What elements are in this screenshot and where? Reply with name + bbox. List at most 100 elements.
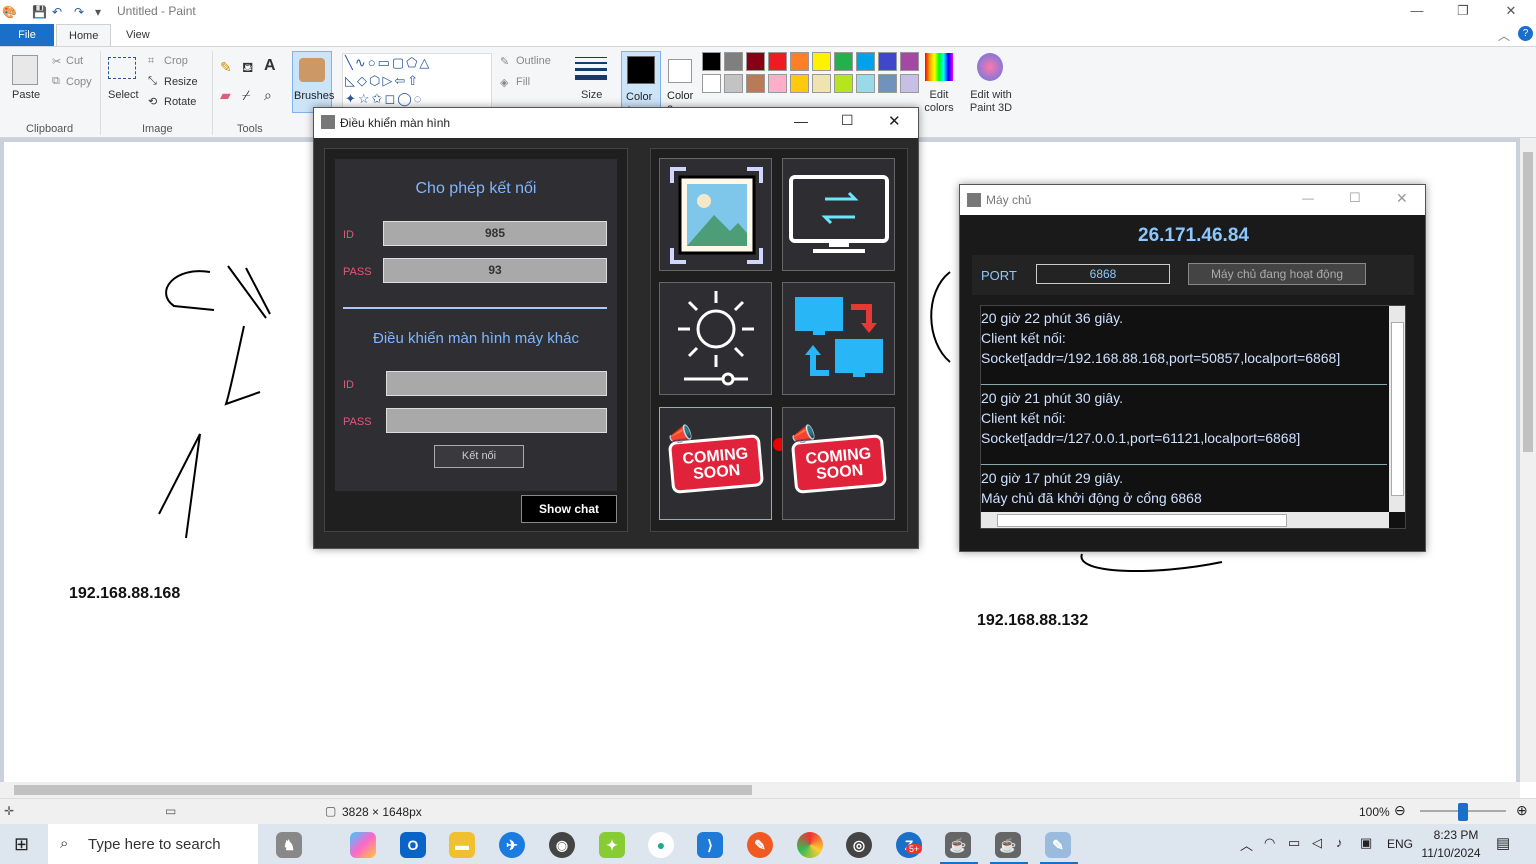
edit-colors-icon[interactable] xyxy=(925,53,953,81)
server-status-button[interactable]: Máy chủ đang hoạt động xyxy=(1188,263,1366,285)
select-icon[interactable] xyxy=(108,57,136,79)
coming-soon-tile[interactable]: COMING SOON 📣 xyxy=(659,407,772,520)
volume-icon[interactable]: ♪ xyxy=(1336,835,1343,850)
color2-button[interactable]: Color 2 xyxy=(664,51,700,113)
palette-swatch[interactable] xyxy=(790,52,809,71)
palette-swatch[interactable] xyxy=(834,52,853,71)
palette-swatch[interactable] xyxy=(834,74,853,93)
palette-swatch[interactable] xyxy=(702,52,721,71)
log-hscroll-thumb[interactable] xyxy=(997,514,1287,527)
copy-button[interactable]: Copy xyxy=(66,76,92,88)
vscode-icon[interactable]: ⟩ xyxy=(697,832,723,858)
eraser-icon[interactable]: ▰ xyxy=(220,87,231,104)
tab-view[interactable]: View xyxy=(114,24,162,46)
pass-field[interactable]: 93 xyxy=(383,258,607,283)
horizontal-scrollbar[interactable] xyxy=(0,782,1520,798)
vertical-scrollbar[interactable] xyxy=(1520,138,1536,782)
messenger-icon[interactable]: ✈ xyxy=(499,832,525,858)
coming-soon-tile[interactable]: COMING SOON 📣 xyxy=(782,407,895,520)
notification-icon[interactable]: ▤ xyxy=(1496,834,1510,852)
minimize-button[interactable]: — xyxy=(1394,0,1440,24)
clock-date[interactable]: 11/10/2024 xyxy=(1416,846,1486,860)
undo-icon[interactable]: ↶ xyxy=(52,5,62,19)
id-field[interactable]: 985 xyxy=(383,221,607,246)
save-icon[interactable]: 💾 xyxy=(32,5,47,19)
outlook-icon[interactable]: O xyxy=(400,832,426,858)
file-explorer-icon[interactable]: ▬ xyxy=(449,832,475,858)
remote-id-input[interactable] xyxy=(386,371,607,396)
resize-button[interactable]: Resize xyxy=(164,76,198,88)
server-log[interactable]: 20 giờ 22 phút 36 giây. Client kết nối: … xyxy=(980,305,1406,529)
palette-swatch[interactable] xyxy=(702,74,721,93)
outline-button[interactable]: Outline xyxy=(516,55,551,67)
palette-swatch[interactable] xyxy=(812,74,831,93)
log-vscroll-thumb[interactable] xyxy=(1391,322,1404,496)
cut-button[interactable]: Cut xyxy=(66,55,83,67)
edit-colors-button[interactable]: Edit colors xyxy=(924,89,954,115)
crop-button[interactable]: Crop xyxy=(164,55,188,67)
file-transfer-tile[interactable] xyxy=(782,282,895,395)
battery-icon[interactable]: ▭ xyxy=(1288,835,1300,851)
tab-file[interactable]: File xyxy=(0,24,54,46)
puzzle-icon[interactable]: ✦ xyxy=(599,832,625,858)
postman-icon[interactable]: ✎ xyxy=(747,832,773,858)
paste-button[interactable]: Paste xyxy=(12,89,40,101)
screen-share-tile[interactable] xyxy=(782,158,895,271)
brushes-button[interactable]: Brushes xyxy=(292,51,334,113)
edit-with-paint3d-button[interactable]: Edit with Paint 3D xyxy=(966,89,1016,115)
port-field[interactable]: 6868 xyxy=(1036,264,1170,284)
language-indicator[interactable]: ENG xyxy=(1387,837,1413,851)
palette-swatch[interactable] xyxy=(724,52,743,71)
size-icon[interactable] xyxy=(575,55,607,85)
palette-swatch[interactable] xyxy=(724,74,743,93)
palette-swatch[interactable] xyxy=(856,52,875,71)
chess-icon[interactable]: ♞ xyxy=(276,832,302,858)
palette-swatch[interactable] xyxy=(746,74,765,93)
redo-icon[interactable]: ↷ xyxy=(74,5,84,19)
paint3d-icon[interactable] xyxy=(977,53,1003,81)
palette-swatch[interactable] xyxy=(746,52,765,71)
palette-swatch[interactable] xyxy=(790,74,809,93)
zoom-out-icon[interactable]: ⊖ xyxy=(1394,802,1406,819)
windows-start-icon[interactable]: ⊞ xyxy=(14,834,29,855)
horizontal-scroll-thumb[interactable] xyxy=(14,785,752,795)
palette-swatch[interactable] xyxy=(768,74,787,93)
paint-taskbar-icon[interactable]: ✎ xyxy=(1045,832,1071,858)
shapes-gallery[interactable]: ╲∿○▭▢⬠△ ◺◇⬡▷⇦⇧ ✦☆✩◻◯◌ xyxy=(342,53,492,109)
color-picker-icon[interactable]: ⌿ xyxy=(242,87,250,104)
rotate-button[interactable]: Rotate xyxy=(164,96,196,108)
java-icon[interactable]: ☕ xyxy=(945,832,971,858)
fill-bucket-icon[interactable]: ⛾ xyxy=(242,59,253,78)
taskbar-search-box[interactable]: ⌕ Type here to search xyxy=(48,824,258,864)
client-minimize-button[interactable]: — xyxy=(794,113,808,129)
log-vertical-scrollbar[interactable] xyxy=(1389,306,1405,512)
client-close-button[interactable]: ✕ xyxy=(888,112,901,130)
network-icon[interactable]: ◠ xyxy=(1264,835,1275,851)
magnifier-icon[interactable]: ⌕ xyxy=(264,87,272,104)
help-icon[interactable]: ? xyxy=(1518,26,1533,41)
brightness-tile[interactable] xyxy=(659,282,772,395)
game-icon[interactable]: ◉ xyxy=(549,832,575,858)
color1-button[interactable]: Color 1 xyxy=(621,51,661,113)
select-button[interactable]: Select xyxy=(108,89,139,101)
palette-swatch[interactable] xyxy=(900,52,919,71)
server-maximize-button[interactable]: ☐ xyxy=(1349,190,1361,206)
log-horizontal-scrollbar[interactable] xyxy=(981,512,1389,528)
clock-time[interactable]: 8:23 PM xyxy=(1426,828,1486,842)
text-tool-icon[interactable]: A xyxy=(264,57,276,75)
show-chat-button[interactable]: Show chat xyxy=(521,495,617,523)
screenshot-tile[interactable] xyxy=(659,158,772,271)
palette-swatch[interactable] xyxy=(812,52,831,71)
mongodb-icon[interactable]: ● xyxy=(648,832,674,858)
connect-button[interactable]: Kết nối xyxy=(434,445,524,468)
size-button[interactable]: Size xyxy=(581,89,602,101)
speaker-icon[interactable]: ◁ xyxy=(1312,835,1322,851)
pencil-icon[interactable]: ✎ xyxy=(220,59,232,76)
palette-swatch[interactable] xyxy=(856,74,875,93)
server-minimize-button[interactable]: — xyxy=(1302,191,1314,205)
close-button[interactable]: ✕ xyxy=(1488,0,1534,24)
java-icon[interactable]: ☕ xyxy=(995,832,1021,858)
show-hidden-icons[interactable]: ︿ xyxy=(1240,835,1253,854)
palette-swatch[interactable] xyxy=(878,74,897,93)
server-close-button[interactable]: ✕ xyxy=(1396,190,1408,207)
